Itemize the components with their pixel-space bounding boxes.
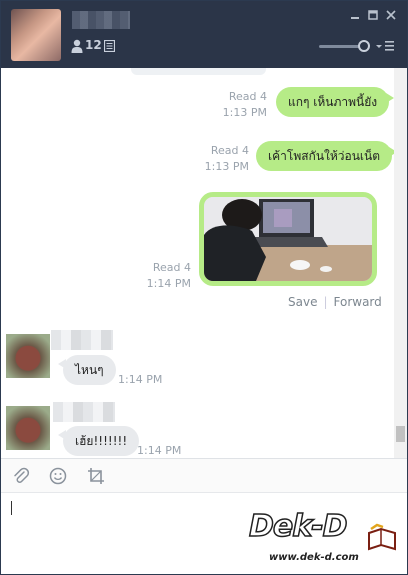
outgoing-message[interactable]: เค้าโพสกันให้ว่อนเน็ต xyxy=(256,141,394,171)
group-avatar[interactable] xyxy=(11,9,61,61)
message-time: 1:13 PM xyxy=(204,160,249,173)
message-list[interactable]: Read 4 1:13 PM แกๆ เห็นภาพนี้ยัง Read 4 … xyxy=(1,68,394,458)
divider: | xyxy=(323,295,328,309)
sender-name-blurred xyxy=(51,330,113,350)
close-icon[interactable] xyxy=(385,9,397,21)
photo-message[interactable] xyxy=(199,192,377,286)
sender-avatar[interactable] xyxy=(6,406,50,450)
scrollbar[interactable] xyxy=(394,68,407,458)
sender-name-blurred xyxy=(53,402,115,422)
incoming-message[interactable]: เฮ้ย!!!!!!! xyxy=(57,426,140,456)
crop-icon[interactable] xyxy=(87,467,105,485)
save-link[interactable]: Save xyxy=(288,295,317,309)
photo-image[interactable] xyxy=(204,197,372,281)
previous-message-edge xyxy=(131,68,266,75)
scrollbar-thumb[interactable] xyxy=(396,426,405,442)
message-meta: Read 4 1:13 PM xyxy=(195,143,249,175)
minimize-icon[interactable] xyxy=(349,9,361,21)
photo-actions: Save | Forward xyxy=(288,295,382,309)
read-receipt: Read 4 xyxy=(152,261,191,274)
forward-link[interactable]: Forward xyxy=(334,295,382,309)
group-name-blurred xyxy=(72,11,130,29)
watermark-url: www.dek-d.com xyxy=(269,552,359,563)
transparency-slider[interactable] xyxy=(319,45,363,48)
incoming-message[interactable]: ไหนๆ xyxy=(58,355,116,385)
message-time: 1:14 PM xyxy=(137,444,182,457)
person-icon[interactable] xyxy=(71,39,83,53)
emoji-icon[interactable] xyxy=(49,467,67,485)
message-meta: Read 4 1:13 PM xyxy=(213,89,267,121)
read-receipt: Read 4 xyxy=(210,144,249,157)
menu-icon[interactable] xyxy=(375,40,395,52)
book-icon xyxy=(368,523,396,551)
watermark-logo: Dek-D xyxy=(248,508,348,545)
member-count[interactable]: 12 xyxy=(85,38,102,52)
text-cursor xyxy=(11,501,12,515)
chat-header: 12 xyxy=(1,1,407,68)
dek-d-watermark: Dek-D www.dek-d.com xyxy=(248,508,399,569)
note-icon[interactable] xyxy=(104,40,115,52)
read-receipt: Read 4 xyxy=(228,90,267,103)
message-time: 1:13 PM xyxy=(222,106,267,119)
sender-avatar[interactable] xyxy=(6,334,50,378)
slider-handle[interactable] xyxy=(358,40,370,52)
message-time: 1:14 PM xyxy=(146,277,191,290)
maximize-icon[interactable] xyxy=(367,9,379,21)
message-time: 1:14 PM xyxy=(118,373,163,386)
outgoing-message[interactable]: แกๆ เห็นภาพนี้ยัง xyxy=(276,87,394,117)
attach-icon[interactable] xyxy=(12,467,30,485)
message-meta: Read 4 1:14 PM xyxy=(137,260,191,292)
compose-toolbar xyxy=(1,458,407,493)
chat-window: 12 Read 4 1:13 PM แกๆ เห็นภาพนี้ยัง Read… xyxy=(0,0,408,575)
